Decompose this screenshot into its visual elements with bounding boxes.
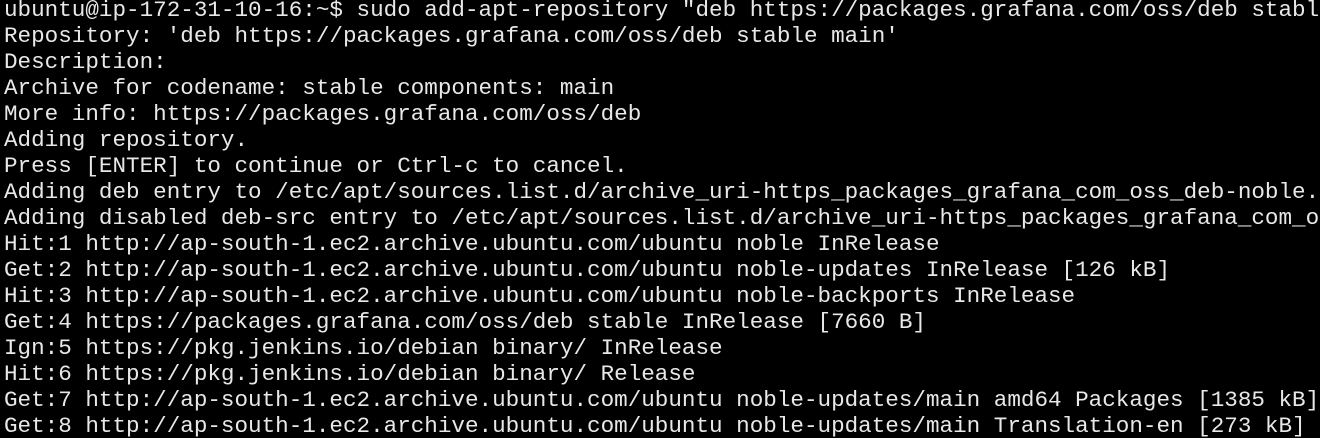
terminal-output-line: Get:7 http://ap-south-1.ec2.archive.ubun… [4,387,1320,413]
terminal-output-line: More info: https://packages.grafana.com/… [4,101,642,127]
terminal-output-line: Description: [4,49,167,75]
terminal-window[interactable]: ubuntu@ip-172-31-10-16:~$ sudo add-apt-r… [0,0,1320,438]
terminal-command-line: ubuntu@ip-172-31-10-16:~$ sudo add-apt-r… [4,0,1320,23]
terminal-output-line: Adding repository. [4,127,249,153]
terminal-output-line: Hit:3 http://ap-south-1.ec2.archive.ubun… [4,283,1076,309]
terminal-output-line: Adding deb entry to /etc/apt/sources.lis… [4,179,1320,205]
terminal-output-line: Get:8 http://ap-south-1.ec2.archive.ubun… [4,413,1306,438]
terminal-output-line: Get:4 https://packages.grafana.com/oss/d… [4,309,926,335]
terminal-output-line: Get:2 http://ap-south-1.ec2.archive.ubun… [4,257,1171,283]
terminal-output-line: Hit:6 https://pkg.jenkins.io/debian bina… [4,361,696,387]
terminal-output-line: Adding disabled deb-src entry to /etc/ap… [4,205,1320,231]
terminal-output-line: Ign:5 https://pkg.jenkins.io/debian bina… [4,335,723,361]
terminal-output-line: Press [ENTER] to continue or Ctrl-c to c… [4,153,628,179]
terminal-output-line: Archive for codename: stable components:… [4,75,615,101]
terminal-output-line: Repository: 'deb https://packages.grafan… [4,23,899,49]
terminal-output-line: Hit:1 http://ap-south-1.ec2.archive.ubun… [4,231,940,257]
